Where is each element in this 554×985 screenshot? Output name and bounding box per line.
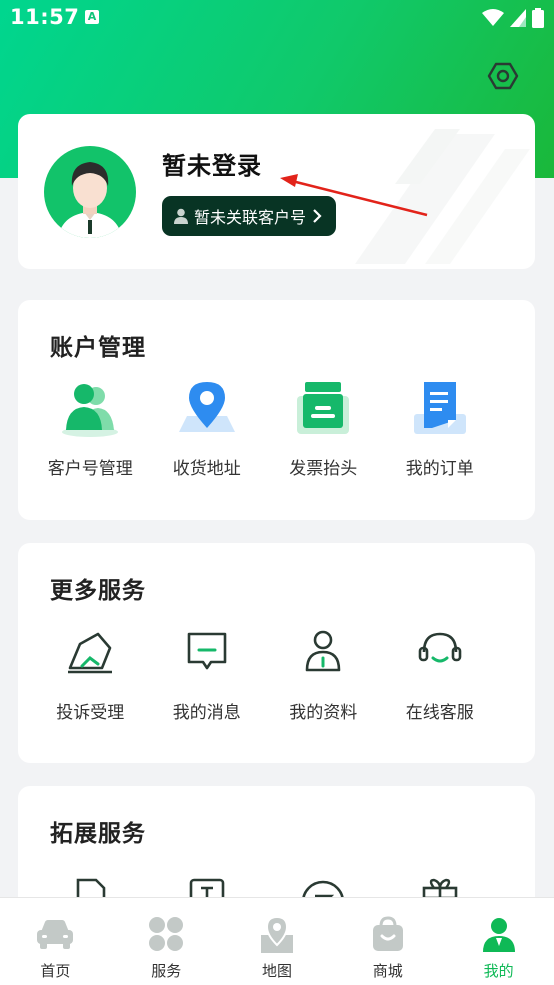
person-icon <box>479 914 519 954</box>
more-item-profile[interactable]: 我的资料 <box>265 620 382 723</box>
more-services-section: 更多服务 投诉受理 我的消息 我的资料 在线客服 <box>18 543 535 763</box>
login-status-title[interactable]: 暂未登录 <box>162 146 262 181</box>
more-item-messages[interactable]: 我的消息 <box>149 620 266 723</box>
map-icon <box>257 914 297 954</box>
car-icon <box>35 914 75 954</box>
tab-services-label: 服务 <box>151 962 182 980</box>
more-item-label: 我的消息 <box>172 703 241 723</box>
system-icons <box>482 8 544 28</box>
users-icon <box>58 376 122 440</box>
signal-icon <box>510 9 526 27</box>
tab-shop-label: 商城 <box>372 962 403 980</box>
account-item-label: 我的订单 <box>405 459 474 479</box>
tab-shop[interactable]: 商城 <box>332 898 443 985</box>
wifi-icon <box>482 9 504 26</box>
tab-services[interactable]: 服务 <box>111 898 222 985</box>
status-bar: 11:57 A <box>0 0 554 38</box>
more-item-complaint[interactable]: 投诉受理 <box>32 620 149 723</box>
annotation-arrow <box>280 174 428 217</box>
avatar[interactable] <box>44 146 136 238</box>
message-icon <box>175 620 239 684</box>
tab-map[interactable]: 地图 <box>222 898 333 985</box>
shop-bag-icon <box>368 914 408 954</box>
more-item-label: 我的资料 <box>289 703 358 723</box>
account-item-orders[interactable]: 我的订单 <box>382 376 499 479</box>
account-section: 账户管理 客户号管理 收货地址 发票抬头 我的订单 <box>18 300 535 520</box>
status-time: 11:57 <box>10 5 80 29</box>
account-section-title: 账户管理 <box>50 335 146 361</box>
tab-home[interactable]: 首页 <box>0 898 111 985</box>
account-item-label: 收货地址 <box>172 459 241 479</box>
account-item-invoice[interactable]: 发票抬头 <box>265 376 382 479</box>
settings-icon[interactable] <box>487 60 519 92</box>
account-item-label: 客户号管理 <box>47 459 133 479</box>
headset-icon <box>408 620 472 684</box>
order-icon <box>408 376 472 440</box>
tab-mine[interactable]: 我的 <box>443 898 554 985</box>
more-section-title: 更多服务 <box>50 578 146 604</box>
account-item-customer[interactable]: 客户号管理 <box>32 376 149 479</box>
battery-icon <box>532 8 544 28</box>
location-icon <box>175 376 239 440</box>
account-item-label: 发票抬头 <box>289 459 358 479</box>
avatar-illustration <box>58 162 122 238</box>
complaint-icon <box>58 620 122 684</box>
profile-icon <box>291 620 355 684</box>
user-icon <box>174 208 188 224</box>
bottom-tab-bar: 首页 服务 地图 商城 我的 <box>0 897 554 985</box>
notification-icon: A <box>85 10 99 24</box>
more-item-label: 在线客服 <box>405 703 474 723</box>
tab-home-label: 首页 <box>40 962 71 980</box>
more-item-label: 投诉受理 <box>56 703 125 723</box>
grid-icon <box>146 914 186 954</box>
extended-section-title: 拓展服务 <box>50 821 146 847</box>
tab-map-label: 地图 <box>261 962 292 980</box>
account-item-address[interactable]: 收货地址 <box>149 376 266 479</box>
more-item-support[interactable]: 在线客服 <box>382 620 499 723</box>
tab-mine-label: 我的 <box>483 962 514 980</box>
invoice-icon <box>291 376 355 440</box>
